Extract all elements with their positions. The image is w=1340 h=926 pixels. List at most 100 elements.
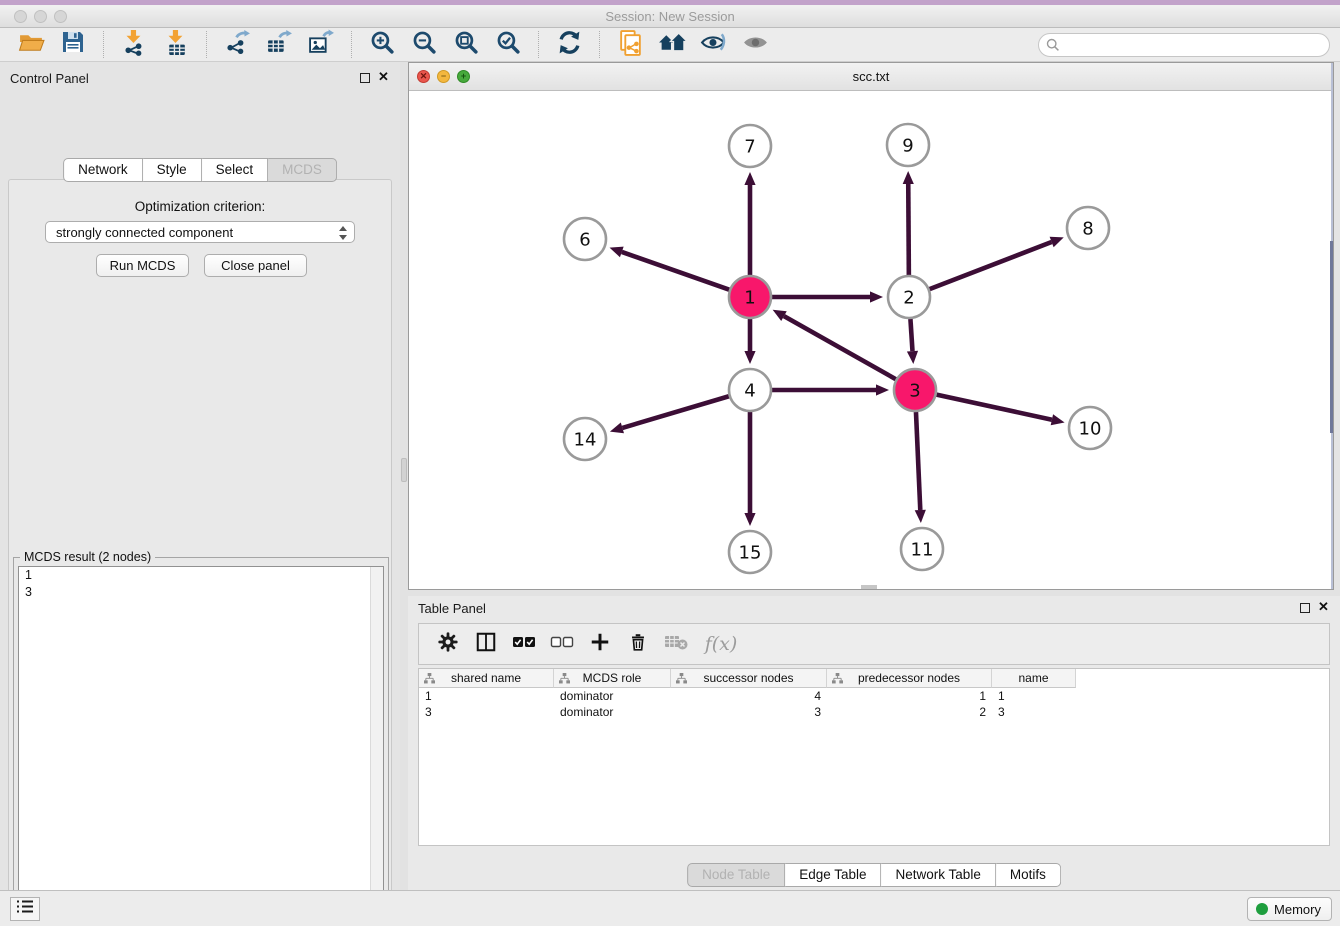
eye-icon bbox=[742, 29, 770, 61]
table-close-icon[interactable]: ✕ bbox=[1318, 599, 1329, 615]
delete-table-button[interactable] bbox=[661, 629, 691, 659]
function-builder-button[interactable]: f(x) bbox=[699, 629, 743, 659]
search-icon bbox=[1046, 38, 1060, 57]
zoom-selected-button[interactable] bbox=[490, 30, 526, 60]
memory-button[interactable]: Memory bbox=[1247, 897, 1332, 921]
svg-text:15: 15 bbox=[739, 543, 762, 564]
graph-edge-2-9[interactable] bbox=[908, 184, 909, 275]
zoom-fit-button[interactable] bbox=[448, 30, 484, 60]
search-input[interactable] bbox=[1038, 33, 1330, 57]
network-view-window: ✕ − + scc.txt 7968124314101511 bbox=[408, 62, 1334, 590]
graph-edge-4-14[interactable] bbox=[622, 396, 729, 428]
network-canvas[interactable]: 7 9 6 8 1 2 4 3 14 10 15 11 bbox=[409, 91, 1333, 589]
graph-node-4[interactable]: 4 bbox=[729, 369, 771, 411]
criterion-dropdown[interactable]: strongly connected component bbox=[45, 221, 355, 243]
close-panel-icon[interactable]: ✕ bbox=[378, 69, 389, 85]
home-views-button[interactable] bbox=[654, 30, 690, 60]
graph-node-9[interactable]: 9 bbox=[887, 124, 929, 166]
column-header-shared-name[interactable]: shared name bbox=[419, 669, 554, 688]
table-cell: 3 bbox=[419, 704, 554, 720]
graph-edge-2-8[interactable] bbox=[930, 242, 1052, 289]
save-session-button[interactable] bbox=[55, 30, 91, 60]
table-cell: 1 bbox=[419, 688, 554, 704]
graph-node-10[interactable]: 10 bbox=[1069, 407, 1111, 449]
graph-node-11[interactable]: 11 bbox=[901, 528, 943, 570]
zoom-out-button[interactable] bbox=[406, 30, 442, 60]
graph-edge-arrowhead bbox=[870, 291, 883, 302]
import-network-button[interactable] bbox=[116, 30, 152, 60]
column-header-MCDS-role[interactable]: MCDS role bbox=[554, 669, 671, 688]
table-toolbar: f(x) bbox=[418, 623, 1330, 665]
column-header-successor-nodes[interactable]: successor nodes bbox=[671, 669, 827, 688]
table-cell: 4 bbox=[671, 688, 827, 704]
graph-edge-3-11[interactable] bbox=[916, 412, 920, 510]
column-header-name[interactable]: name bbox=[992, 669, 1076, 688]
table-body: 1dominator4113dominator323 bbox=[419, 688, 1329, 720]
table-row[interactable]: 1dominator411 bbox=[419, 688, 1329, 704]
control-panel: Control Panel ✕ Optimization criterion: … bbox=[0, 62, 400, 890]
mcds-result-title: MCDS result (2 nodes) bbox=[20, 550, 155, 564]
graph-node-2[interactable]: 2 bbox=[888, 276, 930, 318]
status-bar: Memory bbox=[0, 890, 1340, 926]
open-session-button[interactable] bbox=[13, 30, 49, 60]
task-history-button[interactable] bbox=[10, 897, 40, 921]
show-graphics-details-button[interactable] bbox=[738, 30, 774, 60]
graph-edge-3-10[interactable] bbox=[936, 395, 1051, 420]
tab-node-table[interactable]: Node Table bbox=[687, 863, 785, 887]
export-image-button[interactable] bbox=[303, 30, 339, 60]
graph-node-1[interactable]: 1 bbox=[729, 276, 771, 318]
tab-select[interactable]: Select bbox=[202, 158, 269, 182]
column-header-predecessor-nodes[interactable]: predecessor nodes bbox=[827, 669, 992, 688]
canvas-hscroll-thumb[interactable] bbox=[861, 585, 877, 589]
graph-node-3[interactable]: 3 bbox=[894, 369, 936, 411]
table-float-icon[interactable] bbox=[1300, 603, 1310, 613]
apply-layout-button[interactable] bbox=[551, 30, 587, 60]
graph-edge-arrowhead bbox=[907, 351, 918, 364]
select-all-columns-button[interactable] bbox=[509, 629, 539, 659]
graph-node-8[interactable]: 8 bbox=[1067, 207, 1109, 249]
tab-style[interactable]: Style bbox=[143, 158, 202, 182]
mcds-result-textarea[interactable]: 13 bbox=[18, 566, 384, 926]
export-network-button[interactable] bbox=[219, 30, 255, 60]
table-row[interactable]: 3dominator323 bbox=[419, 704, 1329, 720]
deselect-all-columns-button[interactable] bbox=[547, 629, 577, 659]
vertical-splitter[interactable] bbox=[400, 62, 408, 890]
dropdown-arrows-icon bbox=[338, 225, 348, 244]
graph-node-15[interactable]: 15 bbox=[729, 531, 771, 573]
graph-edge-1-6[interactable] bbox=[622, 252, 729, 290]
memory-status-dot bbox=[1256, 903, 1268, 915]
node-table[interactable]: shared nameMCDS rolesuccessor nodesprede… bbox=[418, 668, 1330, 846]
plus-icon bbox=[589, 631, 611, 658]
network-file-button[interactable] bbox=[612, 30, 648, 60]
run-mcds-button[interactable]: Run MCDS bbox=[96, 254, 189, 277]
graph-node-7[interactable]: 7 bbox=[729, 125, 771, 167]
table-cell: 3 bbox=[671, 704, 827, 720]
zoom-in-button[interactable] bbox=[364, 30, 400, 60]
splitter-handle[interactable] bbox=[401, 458, 407, 482]
svg-text:3: 3 bbox=[909, 381, 920, 402]
tab-network[interactable]: Network bbox=[63, 158, 143, 182]
tab-motifs[interactable]: Motifs bbox=[996, 863, 1061, 887]
tab-mcds[interactable]: MCDS bbox=[268, 158, 337, 182]
float-panel-icon[interactable] bbox=[360, 73, 370, 83]
graph-edge-2-3[interactable] bbox=[910, 319, 912, 351]
network-window-title: scc.txt bbox=[409, 69, 1333, 84]
column-layout-button[interactable] bbox=[471, 629, 501, 659]
delete-column-button[interactable] bbox=[623, 629, 653, 659]
table-panel: Table Panel ✕ f(x) shared nameMCDS roles… bbox=[408, 596, 1340, 890]
add-column-button[interactable] bbox=[585, 629, 615, 659]
close-panel-button[interactable]: Close panel bbox=[204, 254, 307, 277]
table-settings-button[interactable] bbox=[433, 629, 463, 659]
export-table-button[interactable] bbox=[261, 30, 297, 60]
zoom-selected-icon bbox=[495, 29, 522, 61]
hide-graphics-details-button[interactable] bbox=[696, 30, 732, 60]
graph-node-14[interactable]: 14 bbox=[564, 418, 606, 460]
result-scrollbar[interactable] bbox=[370, 567, 383, 925]
export-image-icon bbox=[308, 29, 335, 61]
import-table-button[interactable] bbox=[158, 30, 194, 60]
graph-edge-3-1[interactable] bbox=[784, 316, 896, 379]
tab-network-table[interactable]: Network Table bbox=[882, 863, 996, 887]
graph-node-6[interactable]: 6 bbox=[564, 218, 606, 260]
canvas-vscroll-thumb[interactable] bbox=[1330, 241, 1333, 433]
tab-edge-table[interactable]: Edge Table bbox=[785, 863, 881, 887]
